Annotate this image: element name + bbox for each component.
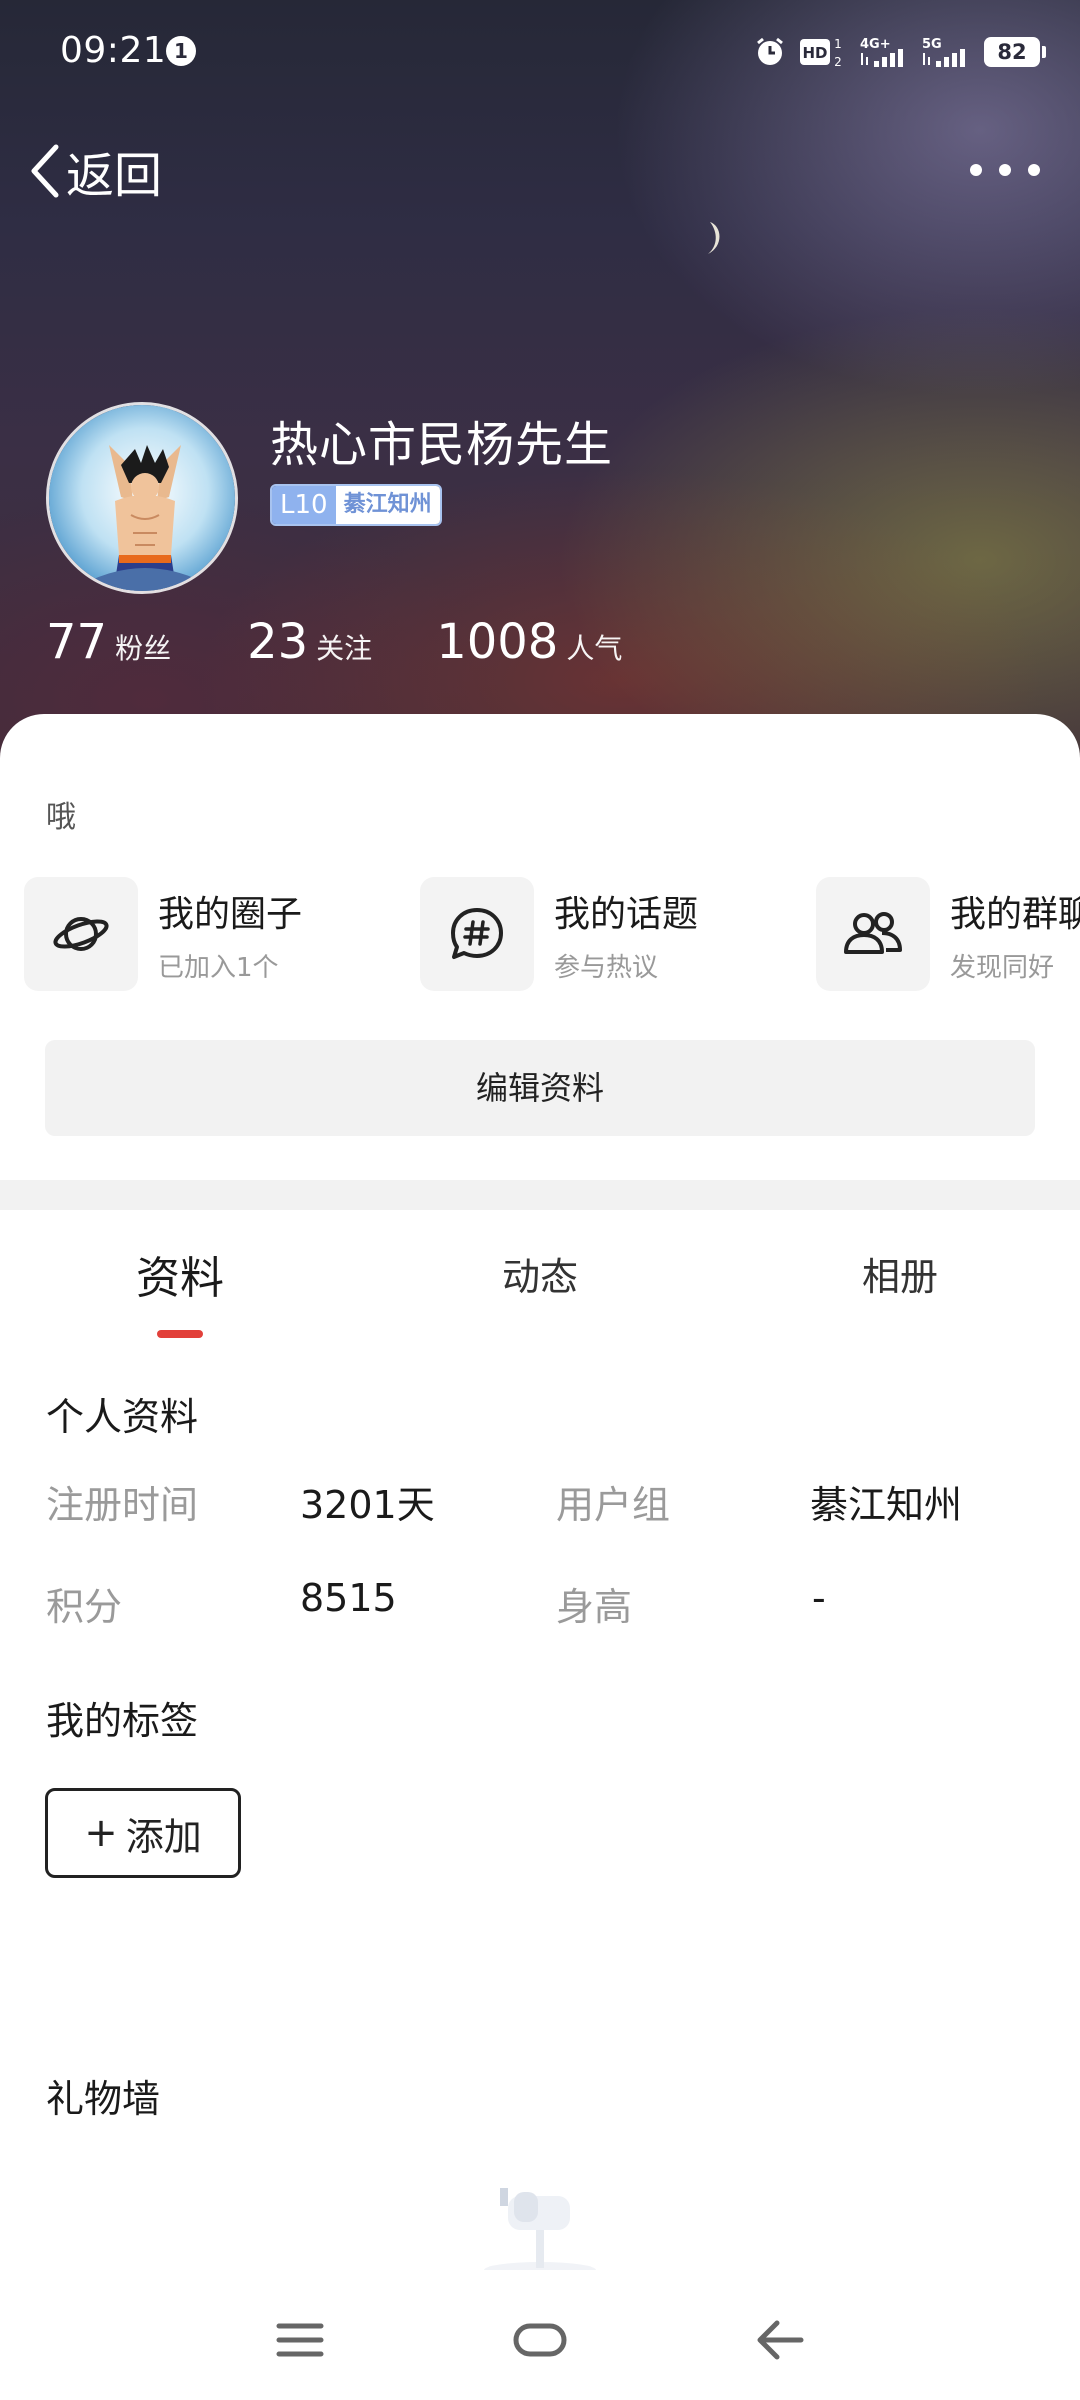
back-label: 返回	[66, 148, 163, 204]
more-icon-dot	[999, 164, 1011, 176]
4g-signal-icon: 4G+	[860, 37, 903, 67]
feature-shortcuts: 我的圈子 已加入1个 我的话题 参与热议 我的群聊 发现同好	[24, 876, 1080, 992]
svg-text:1: 1	[834, 37, 842, 51]
5g-signal-icon: 5G	[922, 37, 965, 67]
battery-icon: 82	[984, 37, 1046, 67]
svg-text:2: 2	[834, 55, 842, 69]
back-button[interactable]: 返回	[26, 136, 162, 206]
bio-text: 哦	[46, 800, 76, 835]
stat-fans[interactable]: 77 粉丝	[46, 614, 171, 670]
arrow-left-icon	[757, 2320, 804, 2360]
alarm-icon	[757, 37, 783, 65]
avatar-image	[49, 405, 235, 591]
username: 热心市民杨先生	[270, 417, 614, 473]
status-icons: HD 1 2 4G+ 5G 82	[754, 32, 1046, 72]
level-badge[interactable]: L10 綦江知州	[270, 484, 442, 526]
stat-popularity-label: 人气	[566, 632, 623, 665]
feature-title: 我的圈子	[158, 893, 303, 935]
svg-text:4G+: 4G+	[860, 37, 891, 52]
moon-decoration	[708, 222, 720, 254]
avatar[interactable]	[46, 402, 238, 594]
level-title: 綦江知州	[335, 486, 440, 524]
stat-fans-count: 77	[46, 614, 108, 670]
status-bar: 09:21 1 HD 1 2 4G+ 5G 82	[0, 0, 1080, 100]
hd-icon: HD 1 2	[800, 37, 842, 69]
feature-my-group-chats[interactable]: 我的群聊 发现同好	[816, 876, 1080, 992]
home-nav-button[interactable]	[490, 2300, 590, 2380]
section-divider	[0, 1180, 1080, 1210]
stat-following-label: 关注	[316, 632, 373, 665]
menu-icon	[276, 2323, 324, 2357]
menu-nav-button[interactable]	[250, 2300, 350, 2380]
system-navigation-bar	[0, 2270, 1080, 2400]
stat-popularity[interactable]: 1008 人气	[436, 614, 622, 670]
personal-info-title: 个人资料	[46, 1395, 199, 1439]
planet-icon	[53, 917, 109, 951]
tab-profile-info[interactable]: 资料	[60, 1242, 300, 1306]
profile-tabs: 资料 动态 相册	[0, 1210, 1080, 1350]
info-value-register-time: 3201天	[300, 1483, 435, 1527]
chevron-left-icon	[31, 144, 59, 198]
home-icon	[513, 2323, 567, 2357]
info-value-user-group: 綦江知州	[810, 1483, 963, 1527]
feature-subtitle: 发现同好	[950, 952, 1055, 983]
my-tags-title: 我的标签	[46, 1699, 199, 1743]
info-value-height: -	[812, 1576, 826, 1620]
add-tag-label: 添加	[125, 1814, 202, 1859]
info-label-height: 身高	[556, 1585, 633, 1629]
feature-my-circles[interactable]: 我的圈子 已加入1个	[24, 876, 302, 992]
edit-profile-button[interactable]: 编辑资料	[45, 1040, 1035, 1136]
status-time: 09:21	[60, 30, 167, 71]
tab-album[interactable]: 相册	[780, 1246, 1020, 1301]
more-button[interactable]	[970, 150, 1040, 190]
info-value-points: 8515	[300, 1576, 397, 1620]
svg-text:HD: HD	[802, 44, 827, 62]
feature-title: 我的群聊	[950, 893, 1080, 935]
feature-title: 我的话题	[554, 893, 699, 935]
stat-popularity-count: 1008	[436, 614, 559, 670]
profile-stats: 77 粉丝 23 关注 1008 人气	[46, 614, 622, 670]
add-tag-button[interactable]: + 添加	[45, 1788, 241, 1878]
feature-subtitle: 参与热议	[554, 952, 659, 983]
tab-activity[interactable]: 动态	[420, 1246, 660, 1301]
plus-icon: +	[84, 1810, 118, 1856]
stat-following-count: 23	[247, 614, 309, 670]
gift-wall-title: 礼物墙	[46, 2077, 161, 2121]
feature-my-topics[interactable]: 我的话题 参与热议	[420, 876, 698, 992]
back-nav-button[interactable]	[730, 2300, 830, 2380]
active-tab-indicator	[157, 1330, 203, 1338]
level-number: L10	[272, 486, 336, 524]
more-icon-dot	[1028, 164, 1040, 176]
svg-text:5G: 5G	[922, 37, 942, 52]
info-label-points: 积分	[46, 1585, 123, 1629]
stat-fans-label: 粉丝	[115, 632, 172, 665]
group-chat-icon	[844, 912, 902, 954]
feature-subtitle: 已加入1个	[158, 952, 279, 983]
topic-hashtag-icon	[451, 908, 503, 959]
notification-badge: 1	[166, 36, 196, 66]
info-label-user-group: 用户组	[556, 1483, 671, 1527]
stat-following[interactable]: 23 关注	[247, 614, 372, 670]
info-label-register-time: 注册时间	[46, 1483, 199, 1527]
more-icon-dot	[970, 164, 982, 176]
empty-mailbox-icon	[484, 2188, 596, 2278]
